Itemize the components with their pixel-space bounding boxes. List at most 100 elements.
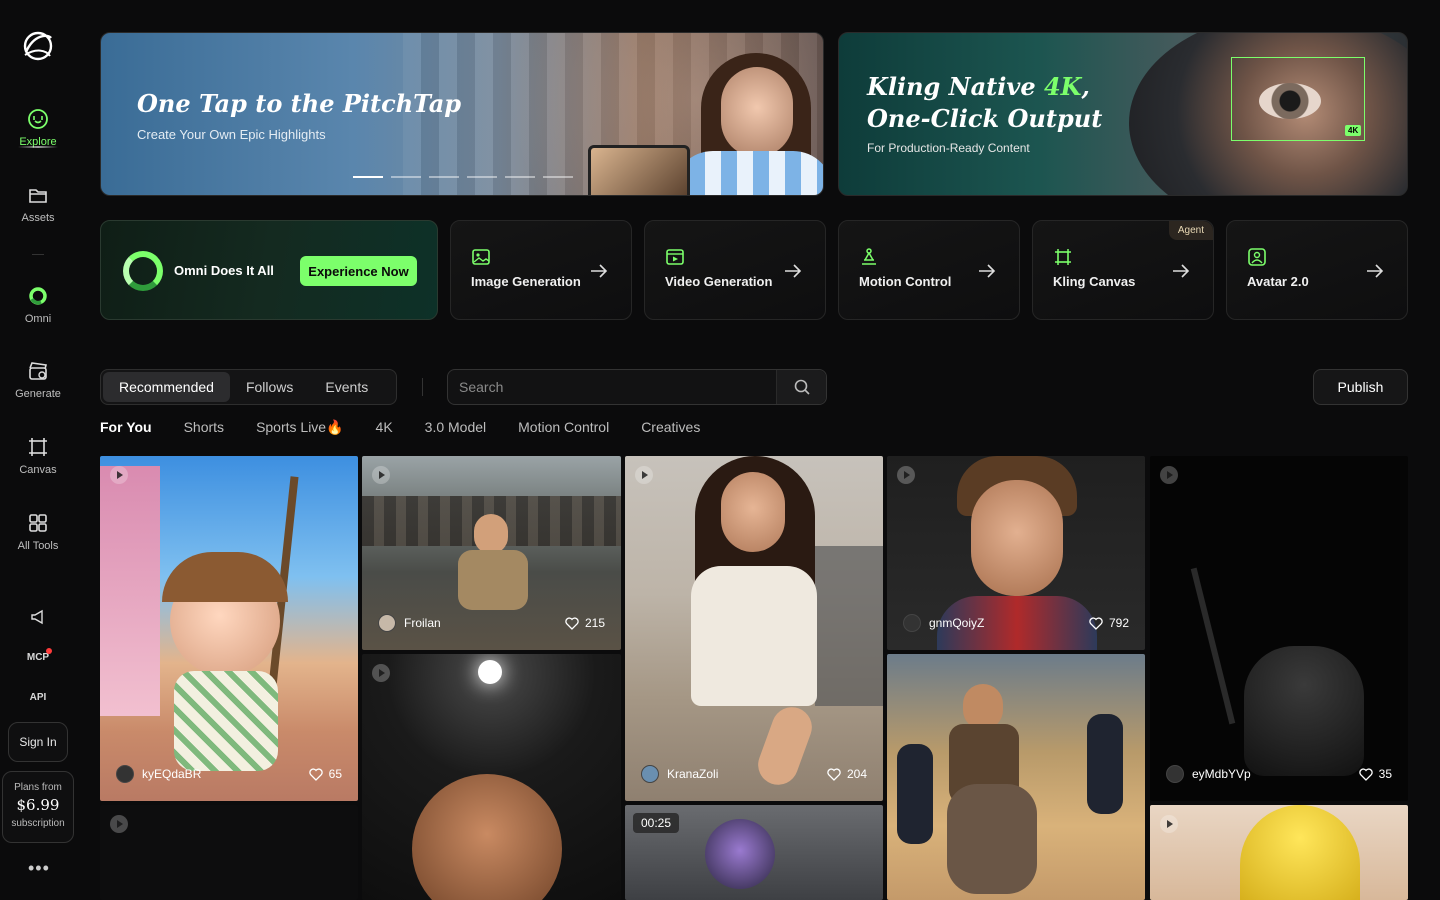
category-sports-live[interactable]: Sports Live🔥 (256, 419, 343, 436)
more-icon[interactable]: ••• (28, 858, 50, 879)
publish-button[interactable]: Publish (1313, 369, 1408, 405)
sidebar-item-label: All Tools (17, 540, 59, 552)
sidebar-item-assets[interactable]: Assets (0, 184, 76, 224)
fighter-jacket-image (458, 550, 528, 610)
heart-icon (565, 616, 579, 630)
search-button[interactable] (776, 370, 826, 404)
banner-title-part: Kling Native (867, 72, 1044, 101)
experience-now-button[interactable]: Experience Now (300, 256, 417, 286)
feed-card-user[interactable]: eyMdbYVp (1192, 767, 1359, 781)
officer-image (1087, 714, 1123, 814)
tool-label: Avatar 2.0 (1247, 274, 1309, 289)
omni-ring-icon (29, 287, 47, 305)
category-motion-control[interactable]: Motion Control (518, 419, 609, 436)
arrow-right-icon (1173, 264, 1190, 278)
feed-card[interactable]: gnmQoiyZ 792 (887, 456, 1145, 650)
sidebar-item-all-tools[interactable]: All Tools (0, 512, 76, 552)
omni-card[interactable]: Omni Does It All Experience Now (100, 220, 438, 320)
heart-icon (308, 767, 323, 781)
category-for-you[interactable]: For You (100, 419, 152, 436)
canvas-icon (29, 438, 47, 456)
feed-card-user[interactable]: KranaZoli (667, 767, 827, 781)
feed-card-user[interactable]: gnmQoiyZ (929, 616, 1089, 630)
category-4k[interactable]: 4K (376, 419, 393, 436)
feed-card[interactable]: Froilan 215 (362, 456, 621, 650)
robot-image (705, 819, 775, 889)
category-shorts[interactable]: Shorts (184, 419, 224, 436)
like-button[interactable]: 35 (1358, 767, 1392, 781)
moon-image (478, 660, 502, 684)
tool-card-kling-canvas[interactable]: Agent Kling Canvas (1032, 220, 1214, 320)
carousel-dot[interactable] (505, 176, 535, 178)
feed-card-meta: KranaZoli 204 (641, 765, 867, 783)
avatar[interactable] (116, 765, 134, 783)
like-button[interactable]: 792 (1089, 616, 1129, 630)
like-button[interactable]: 204 (827, 767, 867, 781)
banner-title-line2: One-Click Output (867, 104, 1103, 133)
carousel-dot[interactable] (391, 176, 421, 178)
plans-card[interactable]: Plans from $6.99 subscription (2, 771, 74, 843)
banner-4k[interactable]: 4K Kling Native 4K, One-Click Output For… (838, 32, 1408, 196)
tool-card-motion-control[interactable]: Motion Control (838, 220, 1020, 320)
feed-card[interactable]: eyMdbYVp 35 (1150, 456, 1408, 801)
feed-card[interactable] (362, 654, 621, 900)
like-button[interactable]: 215 (565, 616, 605, 630)
feed-card-user[interactable]: kyEQdaBR (142, 767, 309, 781)
carousel-dot[interactable] (467, 176, 497, 178)
avatar[interactable] (378, 614, 396, 632)
sidebar-item-generate[interactable]: Generate (0, 360, 76, 400)
arrow-right-icon (1367, 264, 1384, 278)
api-button[interactable]: API (0, 692, 76, 703)
tool-card-image-generation[interactable]: Image Generation (450, 220, 632, 320)
agent-badge: Agent (1168, 221, 1213, 240)
category-creatives[interactable]: Creatives (641, 419, 700, 436)
play-icon (372, 466, 390, 484)
megaphone-icon[interactable] (30, 609, 46, 625)
sidebar-item-explore[interactable]: Explore (0, 108, 76, 148)
tool-card-video-generation[interactable]: Video Generation (644, 220, 826, 320)
feed-card[interactable]: KranaZoli 204 (625, 456, 883, 801)
tab-recommended[interactable]: Recommended (103, 372, 230, 402)
avatar[interactable] (641, 765, 659, 783)
active-indicator (18, 146, 58, 148)
tab-events[interactable]: Events (309, 372, 384, 402)
banner-pitchtap[interactable]: One Tap to the PitchTap Create Your Own … (100, 32, 824, 196)
search-input[interactable] (448, 370, 776, 404)
feed-card-user[interactable]: Froilan (404, 616, 565, 630)
heart-icon (1358, 767, 1373, 781)
feed-card[interactable]: kyEQdaBR 65 (100, 456, 358, 801)
banner-person-face (721, 67, 793, 157)
feed-card[interactable] (100, 805, 358, 900)
woman-face-image (721, 472, 785, 552)
mcp-button[interactable]: MCP (0, 652, 76, 663)
explore-icon (28, 109, 48, 129)
carousel-dot[interactable] (543, 176, 573, 178)
carousel-dot[interactable] (429, 176, 459, 178)
tool-label: Video Generation (665, 274, 773, 289)
like-button[interactable]: 65 (308, 767, 342, 781)
arrow-right-icon (591, 264, 608, 278)
feed-card[interactable]: 00:25 (625, 805, 883, 900)
sidebar-item-omni[interactable]: Omni (0, 285, 76, 325)
kling-logo-icon[interactable] (20, 28, 56, 64)
tab-follows[interactable]: Follows (230, 372, 309, 402)
category-3-0-model[interactable]: 3.0 Model (425, 419, 486, 436)
avatar[interactable] (1166, 765, 1184, 783)
sidebar-item-label: Canvas (19, 464, 57, 476)
canvas-frame-icon (1055, 249, 1071, 265)
arrow-right-icon (785, 264, 802, 278)
image-icon (472, 249, 490, 265)
video-duration: 00:25 (633, 813, 680, 833)
plans-price: $6.99 (16, 796, 60, 814)
sidebar-item-canvas[interactable]: Canvas (0, 436, 76, 476)
carousel-dot[interactable] (353, 176, 383, 178)
play-icon (110, 466, 128, 484)
sign-in-button[interactable]: Sign In (8, 722, 68, 762)
avatar[interactable] (903, 614, 921, 632)
feed-card[interactable] (1150, 805, 1408, 900)
play-icon (1160, 815, 1178, 833)
sidebar: Explore Assets Omni Generate Canvas All … (0, 0, 76, 900)
tool-card-avatar[interactable]: Avatar 2.0 (1226, 220, 1408, 320)
officer-image (897, 744, 933, 844)
feed-card[interactable] (887, 654, 1145, 900)
